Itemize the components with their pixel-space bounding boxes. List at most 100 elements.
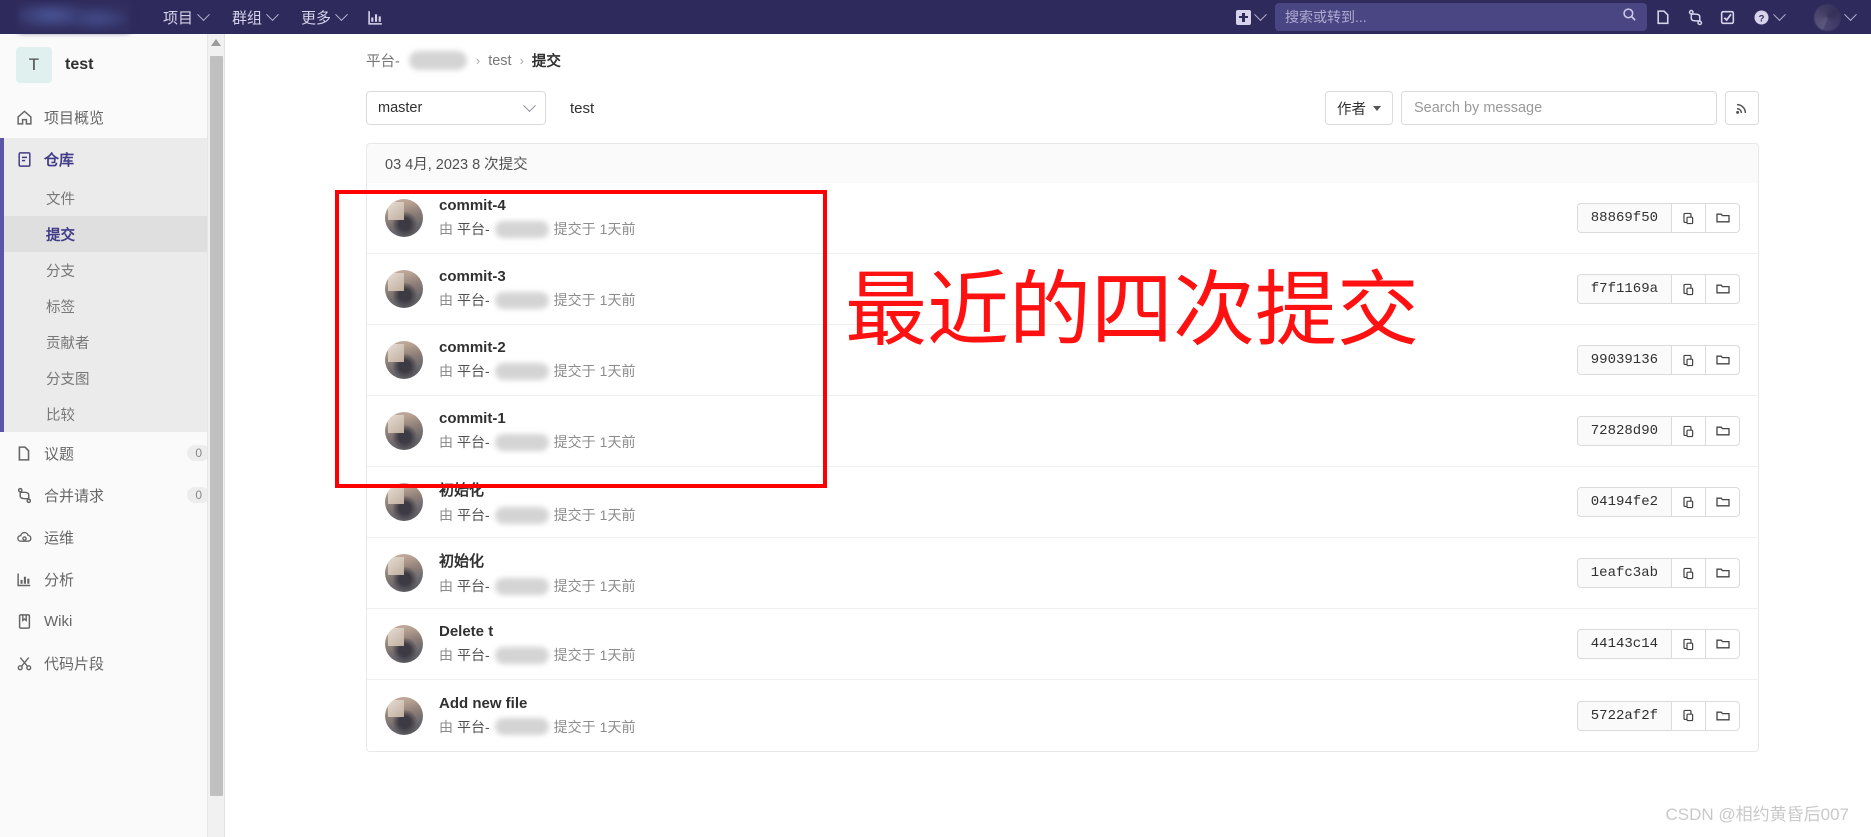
copy-sha-button[interactable]: [1672, 700, 1706, 731]
browse-files-button[interactable]: [1706, 487, 1740, 517]
browse-files-button[interactable]: [1706, 274, 1740, 304]
table-row[interactable]: 初始化 由 平台- 提交于 1天前 04194fe2: [367, 467, 1758, 538]
commit-title[interactable]: 初始化: [439, 479, 1577, 500]
user-menu-button[interactable]: [1794, 3, 1871, 31]
author-filter-dropdown[interactable]: 作者: [1325, 91, 1393, 125]
top-navigation-bar: 项目 群组 更多 搜索或转到... ?: [0, 0, 1871, 34]
sidebar-subitem-compare[interactable]: 比较: [0, 396, 224, 432]
commit-author[interactable]: 平台-: [457, 576, 490, 596]
commit-author[interactable]: 平台-: [457, 361, 490, 381]
nav-item-groups[interactable]: 群组: [221, 1, 288, 34]
sidebar-subitem-contributors[interactable]: 贡献者: [0, 324, 224, 360]
chevron-down-icon: [1254, 7, 1267, 21]
nav-todos-button[interactable]: [1711, 2, 1743, 32]
browse-files-button[interactable]: [1706, 558, 1740, 588]
sidebar-item-analytics[interactable]: 分析: [0, 558, 224, 600]
sidebar-item-repository[interactable]: 仓库: [0, 138, 224, 180]
search-by-message-input[interactable]: [1401, 91, 1717, 125]
commit-author[interactable]: 平台-: [457, 717, 490, 737]
sidebar-item-issues[interactable]: 议题 0: [0, 432, 224, 474]
table-row[interactable]: commit-2 由 平台- 提交于 1天前 99039136: [367, 325, 1758, 396]
folder-icon: [1715, 497, 1730, 507]
sidebar-subitem-branches[interactable]: 分支: [0, 252, 224, 288]
table-row[interactable]: Add new file 由 平台- 提交于 1天前 5722af2f: [367, 680, 1758, 751]
commit-author[interactable]: 平台-: [457, 432, 490, 452]
commit-sha[interactable]: 72828d90: [1576, 416, 1672, 446]
sidebar-item-project-overview[interactable]: 项目概览: [0, 96, 224, 138]
commit-title[interactable]: Delete t: [439, 623, 1577, 640]
scrollbar-thumb[interactable]: [210, 56, 223, 796]
commit-sha[interactable]: 04194fe2: [1576, 487, 1672, 517]
commit-sha[interactable]: f7f1169a: [1576, 274, 1672, 304]
commit-time-ago: 1天前: [599, 647, 636, 663]
sidebar-item-wiki[interactable]: Wiki: [0, 600, 224, 642]
commit-sha[interactable]: 5722af2f: [1576, 700, 1672, 731]
create-new-button[interactable]: [1226, 7, 1275, 25]
sidebar-subitem-graph[interactable]: 分支图: [0, 360, 224, 396]
commit-author[interactable]: 平台-: [457, 505, 490, 525]
committed-text: 提交于: [553, 507, 596, 523]
sidebar-subitem-commits[interactable]: 提交: [0, 216, 224, 252]
book-icon: [18, 613, 31, 629]
table-row[interactable]: 初始化 由 平台- 提交于 1天前 1eafc3ab: [367, 538, 1758, 609]
nav-analytics-button[interactable]: [359, 2, 391, 32]
copy-sha-button[interactable]: [1672, 629, 1706, 659]
browse-files-button[interactable]: [1706, 345, 1740, 375]
commit-author[interactable]: 平台-: [457, 645, 490, 665]
browse-files-button[interactable]: [1706, 416, 1740, 446]
site-logo[interactable]: [18, 2, 130, 32]
scroll-up-arrow-icon[interactable]: [211, 39, 221, 46]
commit-author[interactable]: 平台-: [457, 219, 490, 239]
commit-title[interactable]: Add new file: [439, 695, 1577, 712]
sidebar-subitem-tags[interactable]: 标签: [0, 288, 224, 324]
copy-sha-button[interactable]: [1672, 416, 1706, 446]
copy-sha-button[interactable]: [1672, 203, 1706, 233]
copy-sha-button[interactable]: [1672, 345, 1706, 375]
sidebar-project-header[interactable]: T test: [0, 34, 224, 96]
copy-sha-button[interactable]: [1672, 487, 1706, 517]
table-row[interactable]: commit-4 由 平台- 提交于 1天前 88869f50: [367, 183, 1758, 254]
sidebar-subitem-files[interactable]: 文件: [0, 180, 224, 216]
commit-sha[interactable]: 1eafc3ab: [1576, 558, 1672, 588]
nav-merge-requests-button[interactable]: [1679, 2, 1711, 32]
avatar: [385, 341, 423, 379]
sidebar-scrollbar[interactable]: [207, 34, 224, 837]
commit-title[interactable]: commit-3: [439, 268, 1577, 285]
rss-icon: [1736, 103, 1747, 114]
commit-sha[interactable]: 44143c14: [1576, 629, 1672, 659]
breadcrumb-project[interactable]: test: [488, 53, 511, 69]
commit-time-ago: 1天前: [599, 507, 636, 523]
nav-item-more[interactable]: 更多: [290, 1, 357, 34]
table-row[interactable]: Delete t 由 平台- 提交于 1天前 44143c14: [367, 609, 1758, 680]
commit-title[interactable]: commit-4: [439, 197, 1577, 214]
table-row[interactable]: commit-3 由 平台- 提交于 1天前 f7f1169a: [367, 254, 1758, 325]
copy-sha-button[interactable]: [1672, 274, 1706, 304]
folder-icon: [1715, 711, 1730, 720]
nav-item-projects[interactable]: 项目: [152, 1, 219, 34]
browse-files-button[interactable]: [1706, 203, 1740, 233]
nav-help-button[interactable]: ?: [1743, 7, 1794, 26]
chevron-down-icon: [335, 7, 348, 21]
commit-title[interactable]: commit-1: [439, 410, 1577, 427]
commit-info: Add new file 由 平台- 提交于 1天前: [439, 695, 1577, 737]
sidebar-item-snippets[interactable]: 代码片段: [0, 642, 224, 684]
avatar: [385, 554, 423, 592]
issues-icon: [18, 445, 30, 461]
breadcrumb-group[interactable]: 平台-: [366, 50, 400, 71]
global-search-input[interactable]: 搜索或转到...: [1275, 3, 1647, 31]
commit-sha[interactable]: 88869f50: [1576, 203, 1672, 233]
copy-sha-button[interactable]: [1672, 558, 1706, 588]
commit-sha[interactable]: 99039136: [1576, 345, 1672, 375]
commit-author[interactable]: 平台-: [457, 290, 490, 310]
commit-title[interactable]: commit-2: [439, 339, 1577, 356]
browse-files-button[interactable]: [1706, 629, 1740, 659]
branch-selector[interactable]: master: [366, 91, 546, 125]
browse-files-button[interactable]: [1706, 700, 1740, 731]
sidebar-item-operations[interactable]: 运维: [0, 516, 224, 558]
clipboard-copy-icon: [1683, 496, 1694, 508]
commit-title[interactable]: 初始化: [439, 550, 1577, 571]
table-row[interactable]: commit-1 由 平台- 提交于 1天前 72828d90: [367, 396, 1758, 467]
sidebar-item-merge-requests[interactable]: 合并请求 0: [0, 474, 224, 516]
rss-feed-button[interactable]: [1725, 91, 1759, 125]
nav-issues-button[interactable]: [1647, 2, 1679, 32]
